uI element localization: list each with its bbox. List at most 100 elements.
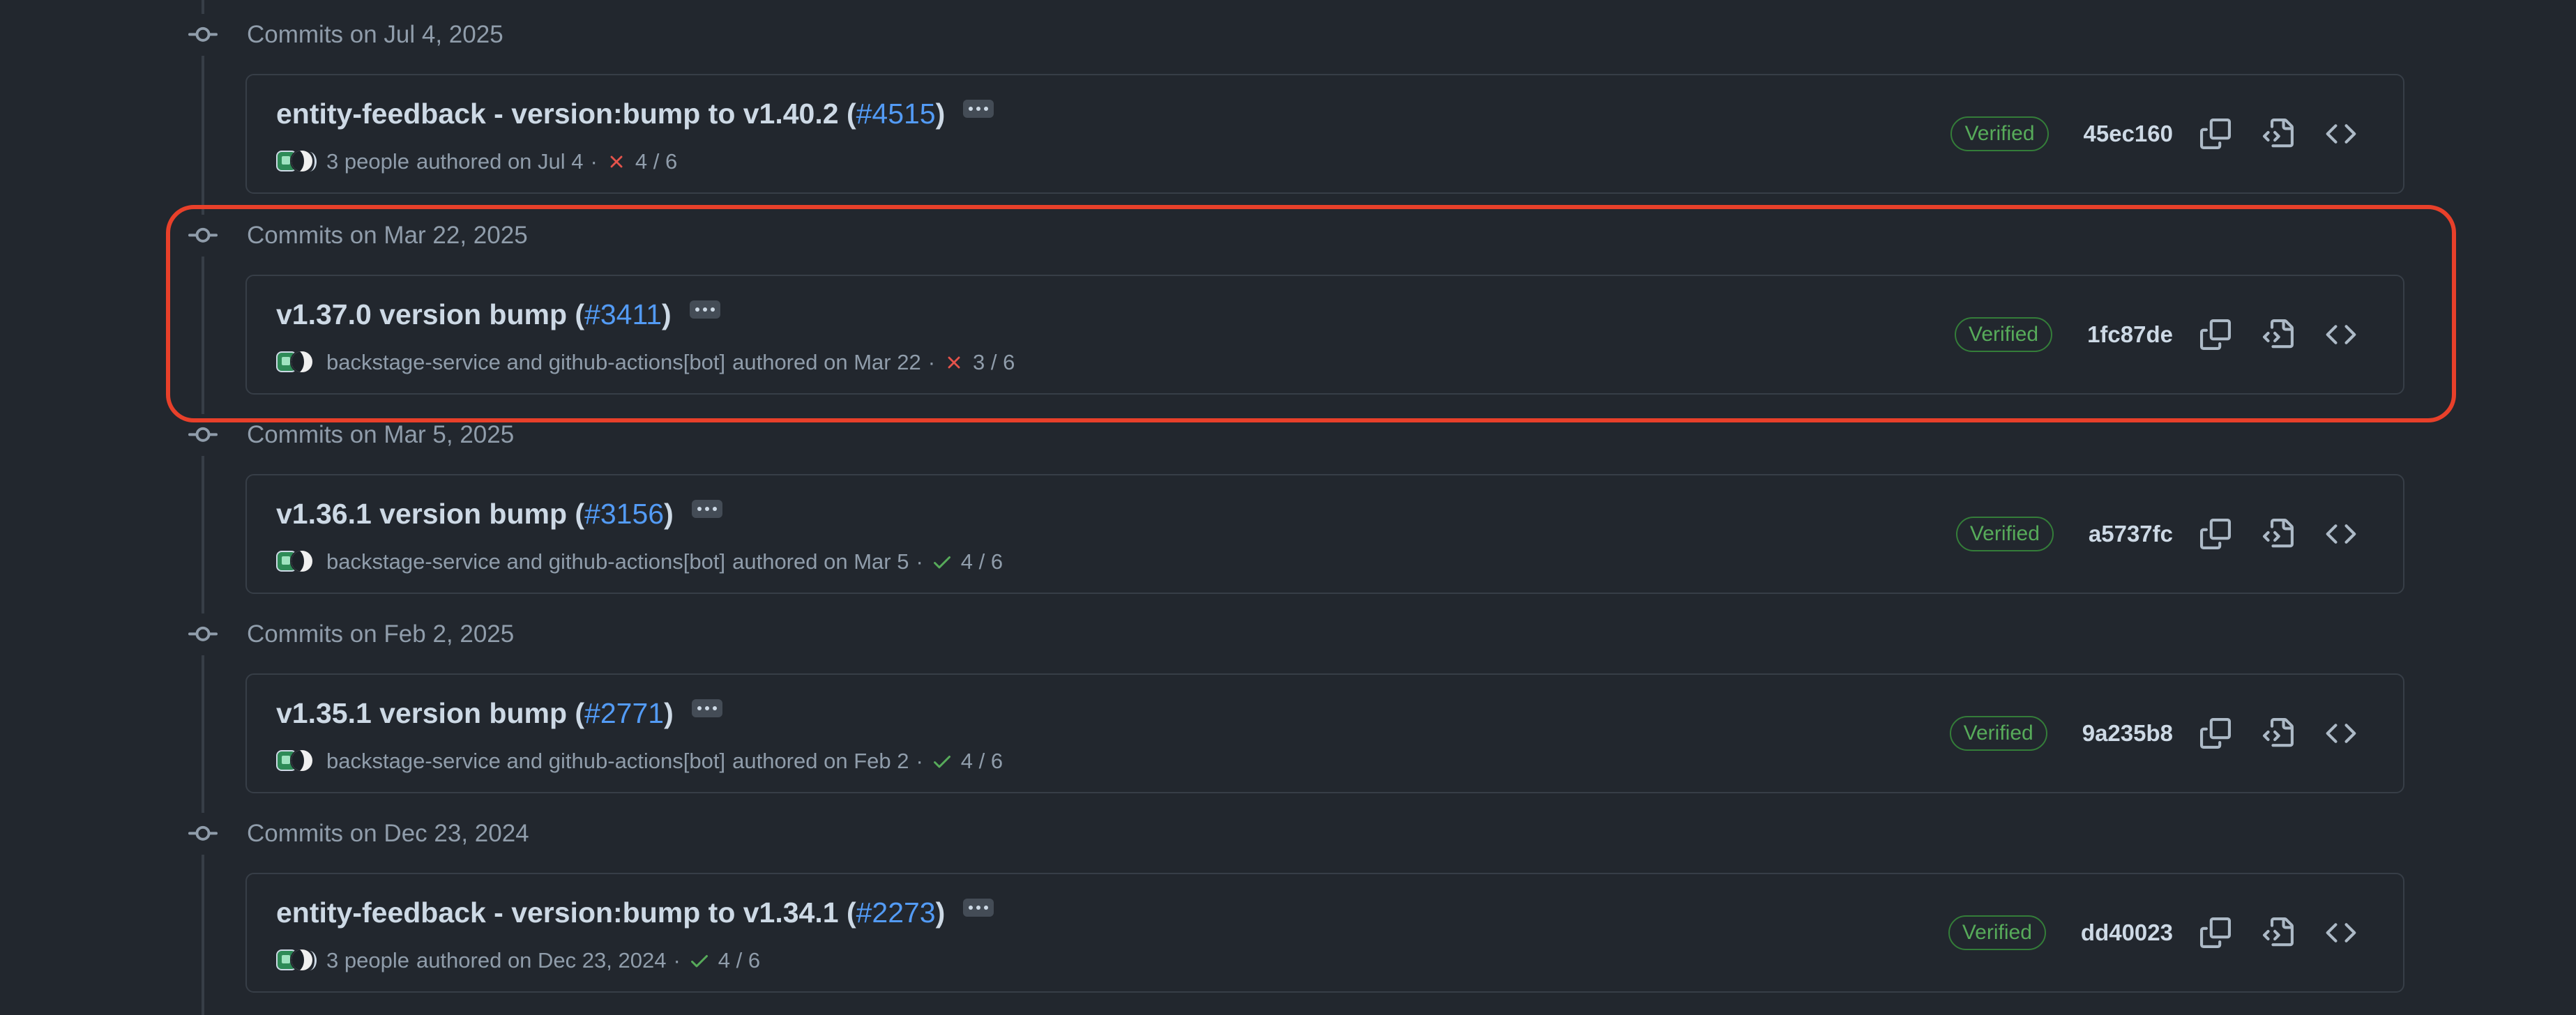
author-avatars[interactable]	[276, 548, 317, 576]
copy-sha-button[interactable]	[2195, 114, 2236, 154]
pr-link[interactable]: #3411	[584, 298, 662, 331]
author-avatars[interactable]	[276, 947, 317, 975]
commit-actions: Verified 9a235b8	[1949, 675, 2361, 792]
commit-message[interactable]: v1.35.1 version bump (	[276, 697, 584, 730]
verified-badge[interactable]: Verified	[1950, 116, 2049, 151]
copy-icon	[2200, 519, 2231, 549]
commit-group-date: Commits on Dec 23, 2024	[247, 820, 529, 847]
copy-sha-button[interactable]	[2195, 913, 2236, 953]
author-avatars[interactable]	[276, 747, 317, 775]
authored-date: authored on Mar 5	[732, 549, 909, 574]
commit-title[interactable]: v1.36.1 version bump (#3156)	[276, 498, 722, 531]
author-avatars[interactable]	[276, 148, 317, 176]
expand-message-button[interactable]	[963, 99, 994, 118]
commit-message[interactable]: entity-feedback - version:bump to v1.34.…	[276, 896, 856, 929]
expand-message-button[interactable]	[963, 898, 994, 917]
checks-count[interactable]: 3 / 6	[973, 350, 1015, 375]
expand-message-button[interactable]	[691, 699, 722, 717]
verified-badge[interactable]: Verified	[1955, 517, 2054, 551]
commit-sha[interactable]: dd40023	[2081, 919, 2173, 946]
code-icon	[2326, 923, 2356, 942]
commit-message[interactable]: v1.37.0 version bump (	[276, 298, 584, 331]
file-code-icon	[2263, 119, 2294, 148]
separator-dot: ·	[916, 749, 923, 773]
git-commit-icon	[187, 818, 219, 850]
x-icon[interactable]	[605, 150, 628, 174]
expand-message-button[interactable]	[691, 499, 722, 518]
commit-authors[interactable]: 3 people	[326, 149, 409, 174]
commit-group-date: Commits on Mar 22, 2025	[247, 222, 528, 249]
commit-message-close: )	[935, 896, 946, 929]
x-icon[interactable]	[942, 351, 966, 374]
browse-files-button[interactable]	[2258, 114, 2298, 154]
commit-title[interactable]: entity-feedback - version:bump to v1.40.…	[276, 98, 994, 130]
authored-date: authored on Feb 2	[732, 749, 909, 773]
commit-sha[interactable]: a5737fc	[2089, 521, 2173, 547]
commit-title[interactable]: v1.35.1 version bump (#2771)	[276, 697, 722, 730]
browse-files-button[interactable]	[2258, 314, 2298, 355]
browse-repo-button[interactable]	[2321, 713, 2361, 754]
commit-sha[interactable]: 1fc87de	[2087, 321, 2173, 348]
checks-count[interactable]: 4 / 6	[718, 948, 760, 973]
browse-repo-button[interactable]	[2321, 514, 2361, 554]
separator-dot: ·	[673, 948, 681, 972]
verified-badge[interactable]: Verified	[1948, 915, 2046, 950]
timeline-line	[202, 0, 204, 1015]
check-icon[interactable]	[930, 550, 954, 574]
commit-title[interactable]: entity-feedback - version:bump to v1.34.…	[276, 896, 994, 929]
code-icon	[2326, 124, 2356, 144]
commit-group-date: Commits on Mar 5, 2025	[247, 421, 515, 448]
verified-badge[interactable]: Verified	[1949, 716, 2047, 751]
commit-group-date: Commits on Jul 4, 2025	[247, 21, 503, 48]
browse-repo-button[interactable]	[2321, 913, 2361, 953]
verified-badge[interactable]: Verified	[1955, 317, 2053, 352]
pr-link[interactable]: #2771	[584, 697, 664, 730]
copy-sha-button[interactable]	[2195, 314, 2236, 355]
code-icon	[2326, 724, 2356, 743]
pr-link[interactable]: #4515	[856, 98, 936, 130]
separator-dot: ·	[590, 149, 598, 174]
check-icon[interactable]	[688, 949, 711, 972]
pr-link[interactable]: #2273	[856, 896, 936, 929]
file-code-icon	[2263, 718, 2294, 747]
commit-message[interactable]: entity-feedback - version:bump to v1.40.…	[276, 98, 856, 130]
commit-message[interactable]: v1.36.1 version bump (	[276, 498, 584, 531]
commit-group-header: Commits on Dec 23, 2024	[187, 813, 529, 855]
copy-icon	[2200, 319, 2231, 350]
commit-meta: 3 people authored on Jul 4 · 4 / 6	[276, 148, 677, 176]
pr-link[interactable]: #3156	[584, 498, 664, 531]
browse-repo-button[interactable]	[2321, 114, 2361, 154]
separator-dot: ·	[916, 549, 923, 574]
commit-authors[interactable]: backstage-service and github-actions[bot…	[326, 350, 725, 375]
commit-card: v1.37.0 version bump (#3411) backstage-s…	[245, 275, 2404, 395]
commit-authors[interactable]: backstage-service and github-actions[bot…	[326, 749, 725, 774]
checks-count[interactable]: 4 / 6	[961, 749, 1003, 774]
author-avatars[interactable]	[276, 349, 317, 376]
browse-files-button[interactable]	[2258, 913, 2298, 953]
commit-meta: 3 people authored on Dec 23, 2024 · 4 / …	[276, 947, 760, 975]
commit-meta: backstage-service and github-actions[bot…	[276, 548, 1003, 576]
commit-meta: backstage-service and github-actions[bot…	[276, 747, 1003, 775]
copy-sha-button[interactable]	[2195, 713, 2236, 754]
code-icon	[2326, 524, 2356, 544]
commit-card: v1.36.1 version bump (#3156) backstage-s…	[245, 474, 2404, 594]
commit-title[interactable]: v1.37.0 version bump (#3411)	[276, 298, 720, 331]
commit-card: entity-feedback - version:bump to v1.34.…	[245, 873, 2404, 993]
checks-count[interactable]: 4 / 6	[961, 549, 1003, 574]
browse-files-button[interactable]	[2258, 713, 2298, 754]
copy-sha-button[interactable]	[2195, 514, 2236, 554]
checks-count[interactable]: 4 / 6	[635, 149, 677, 174]
commit-group-date: Commits on Feb 2, 2025	[247, 620, 515, 648]
browse-repo-button[interactable]	[2321, 314, 2361, 355]
separator-dot: ·	[927, 350, 936, 374]
commit-sha[interactable]: 45ec160	[2084, 121, 2173, 147]
check-icon[interactable]	[930, 749, 954, 773]
commit-sha[interactable]: 9a235b8	[2082, 720, 2173, 747]
commit-authors[interactable]: backstage-service and github-actions[bot…	[326, 549, 725, 574]
expand-message-button[interactable]	[689, 300, 720, 319]
browse-files-button[interactable]	[2258, 514, 2298, 554]
commit-message-close: )	[664, 498, 674, 530]
commit-meta: backstage-service and github-actions[bot…	[276, 349, 1015, 376]
commit-authors[interactable]: 3 people	[326, 948, 409, 973]
authored-date: authored on Dec 23, 2024	[416, 948, 667, 972]
